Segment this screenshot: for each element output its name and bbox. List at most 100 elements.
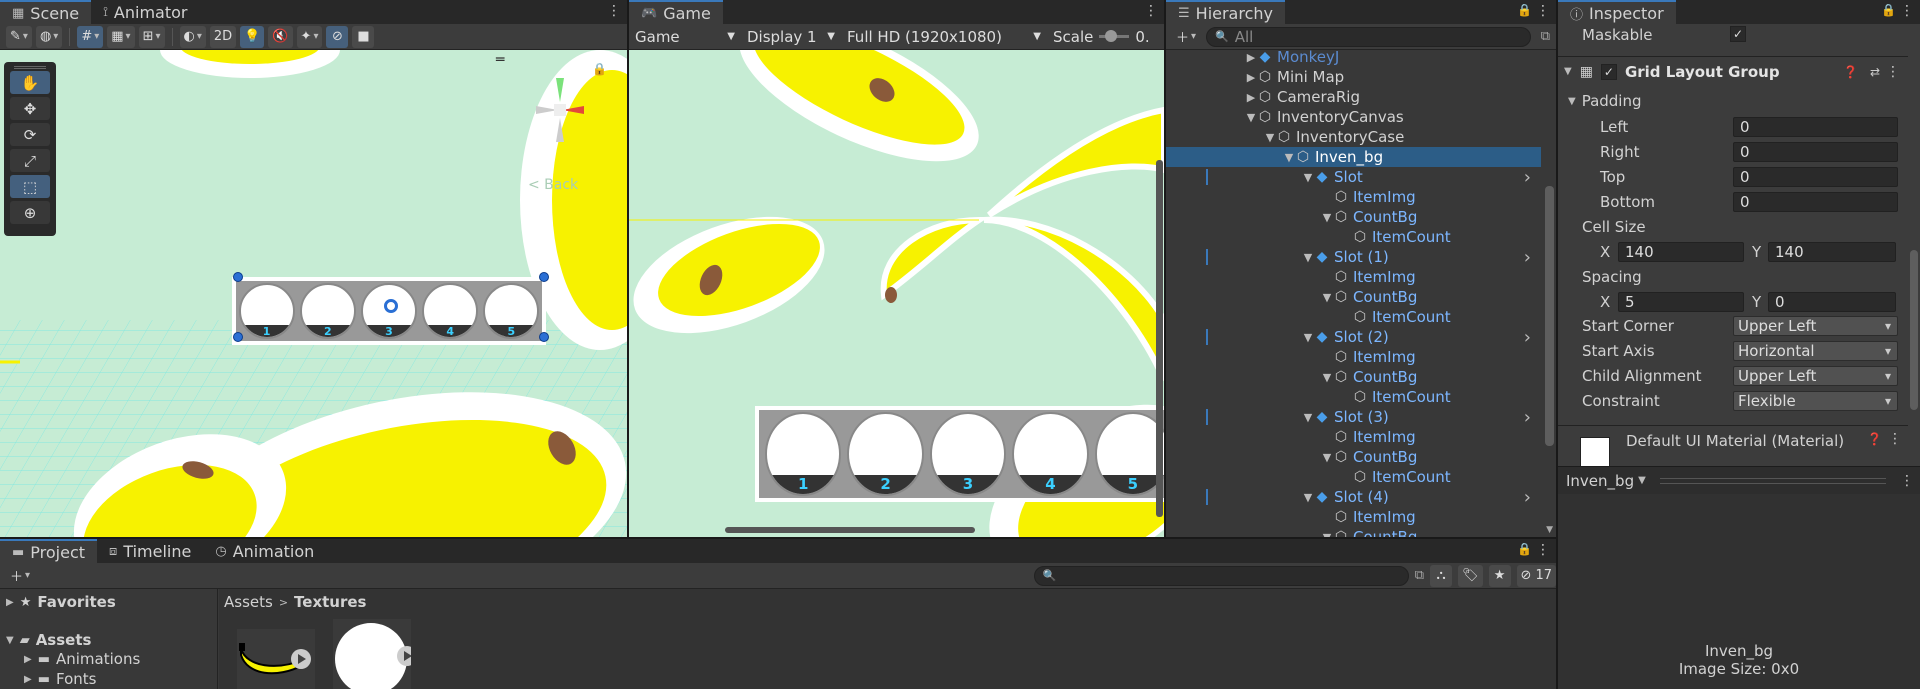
preview-object-dropdown[interactable]: Inven_bg [1566, 472, 1634, 490]
help-icon[interactable]: ❓ [1867, 432, 1882, 446]
rotate-tool-icon[interactable]: ⟳ [10, 123, 50, 146]
display-dropdown[interactable]: Display 1 ▼ [741, 25, 841, 48]
prefab-open-icon[interactable]: › [1524, 247, 1531, 268]
folder-item-animations[interactable]: ▶ ▬ Animations [24, 650, 140, 668]
scene-gizmo[interactable] [520, 70, 600, 150]
type-filter-icon[interactable]: ⛬ [1430, 564, 1453, 587]
material-preview[interactable] [1580, 437, 1610, 467]
material-menu-icon[interactable]: ⋮ [1888, 431, 1902, 447]
scene-menu-icon[interactable]: ═ [496, 52, 504, 68]
hierarchy-item[interactable]: ⬡ ItemCount [1166, 307, 1541, 327]
game-horizontal-scrollbar[interactable] [725, 527, 975, 533]
collapse-arrow-icon[interactable]: ▼ [1301, 491, 1315, 504]
tab-animation[interactable]: ◷ Animation [203, 539, 327, 563]
component-menu-icon[interactable]: ⋮ [1886, 64, 1900, 80]
cell-size-y-field[interactable]: 140 [1768, 242, 1896, 262]
foldout-arrow-icon[interactable]: ▼ [1564, 66, 1572, 77]
expand-arrow-icon[interactable]: ▶ [1244, 91, 1258, 104]
selection-handle-icon[interactable] [233, 332, 243, 342]
padding-right-field[interactable]: 0 [1733, 142, 1898, 162]
grid-visibility-button[interactable]: ▦ ▾ [107, 25, 135, 48]
asset-thumbnail-banana[interactable] [237, 629, 315, 689]
hierarchy-item[interactable]: ▶ ⬡ CameraRig [1166, 87, 1541, 107]
move-tool-icon[interactable]: ✥ [10, 97, 50, 120]
rect-tool-icon[interactable]: ⬚ [10, 175, 50, 198]
create-asset-button[interactable]: ＋ ▾ [6, 565, 34, 587]
hierarchy-item[interactable]: ⬡ ItemImg [1166, 347, 1541, 367]
preset-icon[interactable]: ⇄ [1870, 65, 1880, 79]
project-search-input[interactable]: 🔍 [1033, 565, 1409, 586]
material-label[interactable]: Default UI Material (Material) [1626, 432, 1844, 450]
favorite-star-icon[interactable]: ★ [1488, 564, 1511, 587]
search-options-icon[interactable]: ⧉ [1415, 568, 1424, 583]
effects-toggle-button[interactable]: ✦ ▾ [296, 25, 323, 48]
lighting-toggle-icon[interactable]: 💡 [240, 25, 265, 48]
hierarchy-item[interactable]: ▼ ⬡ CountBg [1166, 287, 1541, 307]
collapse-arrow-icon[interactable]: ▼ [1301, 171, 1315, 184]
hierarchy-item[interactable]: ▼ ◆ Slot › [1166, 167, 1541, 188]
preview-resize-handle[interactable] [1659, 477, 1886, 484]
expand-arrow-icon[interactable]: ▶ [1244, 71, 1258, 84]
hierarchy-item[interactable]: ▶ ◆ MonkeyJ [1166, 50, 1541, 67]
tab-scene[interactable]: ▦ Scene [0, 0, 92, 24]
spacing-y-field[interactable]: 0 [1768, 292, 1896, 312]
collapse-arrow-icon[interactable]: ▼ [1244, 111, 1258, 124]
hierarchy-item[interactable]: ▼ ◆ Slot (3) › [1166, 407, 1541, 428]
hierarchy-item[interactable]: ▼ ⬡ CountBg [1166, 447, 1541, 467]
tab-project[interactable]: ▬ Project [0, 539, 98, 563]
increment-snap-button[interactable]: ⊞ ▾ [138, 25, 165, 48]
more-options-icon[interactable]: ⋮ [1900, 3, 1914, 19]
prefab-open-icon[interactable]: › [1524, 487, 1531, 508]
prefab-open-icon[interactable]: › [1524, 167, 1531, 188]
hierarchy-item[interactable]: ▼ ◆ Slot (2) › [1166, 327, 1541, 348]
scroll-down-arrow-icon[interactable]: ▼ [1546, 525, 1553, 535]
collapse-arrow-icon[interactable]: ▼ [1320, 211, 1334, 224]
hierarchy-item[interactable]: ▼ ⬡ Inven_bg [1166, 147, 1541, 167]
hidden-objects-icon[interactable]: ⊘ [326, 25, 349, 48]
maskable-checkbox[interactable]: ✓ [1730, 26, 1746, 42]
audio-toggle-icon[interactable]: 🔇 [268, 25, 293, 48]
tab-timeline[interactable]: ⧈ Timeline [97, 539, 204, 563]
scale-slider[interactable]: Scale 0. [1047, 25, 1164, 48]
resolution-dropdown[interactable]: Full HD (1920x1080) ▼ [841, 25, 1047, 48]
draw-mode-button[interactable]: ✎ ▾ [6, 25, 32, 48]
global-toggle-button[interactable]: ◍ ▾ [35, 25, 63, 48]
selection-handle-icon[interactable] [539, 332, 549, 342]
scale-tool-icon[interactable]: ⤢ [10, 149, 50, 172]
padding-left-field[interactable]: 0 [1733, 117, 1898, 137]
collapse-arrow-icon[interactable]: ▼ [1263, 131, 1277, 144]
collapse-arrow-icon[interactable]: ▼ [1320, 451, 1334, 464]
tab-animator[interactable]: ⟟ Animator [91, 0, 200, 24]
hierarchy-item[interactable]: ▼ ⬡ InventoryCase [1166, 127, 1541, 147]
add-object-button[interactable]: ＋ ▾ [1172, 26, 1200, 48]
prefab-open-icon[interactable]: › [1524, 327, 1531, 348]
breadcrumb-textures[interactable]: Textures [294, 593, 366, 611]
scale-thumb[interactable] [1105, 30, 1118, 42]
lock-icon[interactable]: 🔒 [1517, 542, 1532, 556]
hierarchy-item[interactable]: ▶ ⬡ Mini Map [1166, 67, 1541, 87]
lock-icon[interactable]: 🔒 [592, 62, 607, 76]
more-options-icon[interactable]: ⋮ [607, 3, 621, 19]
search-options-icon[interactable]: ⧉ [1541, 29, 1550, 44]
transform-tool-icon[interactable]: ⊕ [10, 201, 50, 224]
padding-top-field[interactable]: 0 [1733, 167, 1898, 187]
collapse-arrow-icon[interactable]: ▼ [1301, 331, 1315, 344]
grid-snap-button[interactable]: # ▾ [77, 25, 104, 48]
tab-game[interactable]: 🎮 Game [629, 0, 723, 24]
collapse-arrow-icon[interactable]: ▼ [1301, 251, 1315, 264]
more-options-icon[interactable]: ⋮ [1144, 3, 1158, 19]
shading-mode-button[interactable]: ◐ ▾ [179, 25, 206, 48]
expand-arrow-icon[interactable]: ▶ [1244, 51, 1258, 64]
label-filter-icon[interactable]: 🏷 [1458, 564, 1483, 587]
hidden-packages-button[interactable]: ⊘ 17 [1516, 564, 1556, 587]
hierarchy-item[interactable]: ▼ ⬡ CountBg [1166, 207, 1541, 227]
component-header[interactable]: ▼ ▦ ✓ Grid Layout Group ❓ ⇄ ⋮ [1558, 56, 1908, 86]
lock-icon[interactable]: 🔒 [1881, 3, 1896, 17]
constraint-dropdown[interactable]: Flexible [1733, 391, 1898, 411]
start-axis-dropdown[interactable]: Horizontal [1733, 341, 1898, 361]
hierarchy-item[interactable]: ▼ ⬡ CountBg [1166, 367, 1541, 387]
hierarchy-search-input[interactable]: 🔍 All [1206, 26, 1531, 47]
camera-icon[interactable]: ■ [352, 25, 375, 48]
collapse-arrow-icon[interactable]: ▼ [1301, 411, 1315, 424]
lock-icon[interactable]: 🔒 [1517, 3, 1532, 17]
